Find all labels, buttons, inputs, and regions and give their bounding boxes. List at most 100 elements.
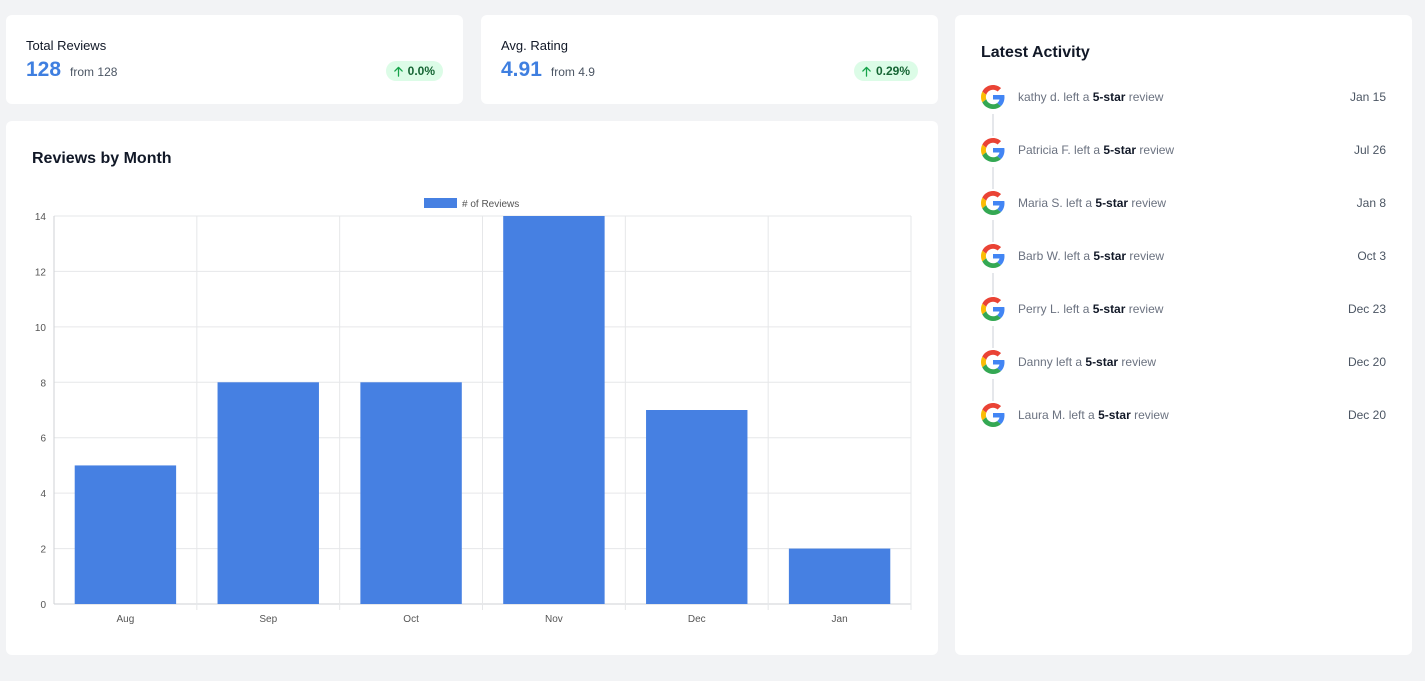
- timeline-connector: [992, 114, 994, 136]
- reviewer-name: Barb W.: [1018, 249, 1061, 263]
- google-icon: [981, 138, 1005, 162]
- stat-value: 128: [26, 58, 62, 81]
- activity-date: Jul 26: [1353, 143, 1386, 157]
- activity-date: Dec 23: [1347, 302, 1386, 316]
- y-tick-label: 14: [35, 212, 47, 223]
- activity-item: Laura M. left a 5-star review Dec 20: [981, 403, 1386, 456]
- reviews-by-month-card: Reviews by Month 0 2 4 6 8 10 12 14 Aug Sep Oct Nov…: [6, 121, 938, 655]
- bar-nov: [503, 216, 605, 604]
- timeline-connector: [992, 220, 994, 242]
- activity-item: Perry L. left a 5-star review Dec 23: [981, 297, 1386, 350]
- stat-label: Avg. Rating: [501, 38, 568, 53]
- y-tick-label: 4: [40, 489, 46, 500]
- bar-oct: [360, 382, 462, 604]
- reviews-bar-chart: 0 2 4 6 8 10 12 14 Aug Sep Oct Nov Dec Jan # of Review…: [35, 198, 912, 625]
- google-icon: [981, 350, 1005, 374]
- google-icon: [981, 403, 1005, 427]
- y-tick-label: 0: [40, 600, 46, 611]
- activity-item: Patricia F. left a 5-star review Jul 26: [981, 138, 1386, 191]
- stat-row: 4.91 from 4.9 0.29%: [501, 58, 918, 82]
- x-tick-label: Sep: [259, 614, 277, 625]
- stat-value: 4.91: [501, 58, 542, 81]
- timeline-connector: [992, 379, 994, 401]
- stat-from-prefix: from: [70, 65, 95, 79]
- activity-verb: left a: [1056, 355, 1083, 369]
- rating-text: 5-star: [1085, 355, 1119, 369]
- activity-text: Maria S. left a 5-star review: [1018, 191, 1166, 215]
- y-tick-label: 8: [40, 378, 46, 389]
- google-icon: [981, 297, 1005, 321]
- activity-verb: left a: [1068, 408, 1095, 422]
- activity-text: Laura M. left a 5-star review: [1018, 403, 1169, 427]
- stat-row: 128 from 128 0.0%: [26, 58, 443, 82]
- activity-list: kathy d. left a 5-star review Jan 15 Pat…: [981, 85, 1386, 456]
- rating-text: 5-star: [1103, 143, 1137, 157]
- activity-date: Dec 20: [1347, 355, 1386, 369]
- arrow-up-icon: [393, 66, 403, 77]
- y-tick-label: 12: [35, 267, 47, 278]
- activity-suffix: review: [1128, 302, 1164, 316]
- arrow-up-icon: [862, 66, 871, 77]
- activity-text: kathy d. left a 5-star review: [1018, 85, 1163, 109]
- rating-text: 5-star: [1092, 90, 1126, 104]
- y-tick-label: 2: [40, 545, 46, 556]
- activity-item: Barb W. left a 5-star review Oct 3: [981, 244, 1386, 297]
- activity-suffix: review: [1129, 249, 1165, 263]
- rating-text: 5-star: [1093, 249, 1127, 263]
- activity-verb: left a: [1066, 196, 1093, 210]
- activity-suffix: review: [1134, 408, 1169, 422]
- activity-date: Jan 8: [1356, 196, 1386, 210]
- activity-text: Barb W. left a 5-star review: [1018, 244, 1164, 268]
- stat-from-value: 4.9: [578, 65, 595, 79]
- change-badge: 0.29%: [853, 61, 918, 81]
- x-tick-label: Aug: [117, 614, 135, 625]
- stat-from: from 128: [70, 65, 117, 79]
- legend-swatch: [424, 198, 457, 208]
- bar-jan: [788, 548, 891, 604]
- activity-suffix: review: [1139, 143, 1175, 157]
- stat-from: from 4.9: [551, 65, 595, 79]
- google-icon: [981, 244, 1005, 268]
- google-icon: [981, 191, 1005, 215]
- bar-dec: [646, 410, 748, 604]
- activity-text: Patricia F. left a 5-star review: [1018, 138, 1174, 162]
- y-tick-label: 6: [40, 434, 46, 445]
- timeline-connector: [992, 326, 994, 348]
- activity-item: kathy d. left a 5-star review Jan 15: [981, 85, 1386, 138]
- activity-suffix: review: [1121, 355, 1157, 369]
- reviewer-name: Perry L.: [1018, 302, 1061, 316]
- rating-text: 5-star: [1095, 196, 1129, 210]
- activity-verb: left a: [1074, 143, 1101, 157]
- google-icon: [981, 85, 1005, 109]
- reviewer-name: Danny: [1018, 355, 1053, 369]
- timeline-connector: [992, 167, 994, 189]
- bar-aug: [74, 465, 177, 604]
- stat-from-prefix: from: [550, 65, 575, 79]
- activity-suffix: review: [1131, 196, 1167, 210]
- activity-verb: left a: [1063, 90, 1090, 104]
- legend-label: # of Reviews: [462, 199, 519, 210]
- rating-text: 5-star: [1098, 408, 1131, 422]
- stat-from-value: 128: [97, 65, 118, 79]
- reviewer-name: Patricia F.: [1018, 143, 1071, 157]
- activity-date: Jan 15: [1349, 90, 1386, 104]
- x-tick-label: Dec: [688, 614, 706, 625]
- activity-date: Oct 3: [1357, 249, 1386, 263]
- activity-suffix: review: [1128, 90, 1164, 104]
- activity-text: Danny left a 5-star review: [1018, 350, 1156, 374]
- timeline-connector: [992, 273, 994, 295]
- x-tick-label: Jan: [832, 614, 848, 625]
- activity-item: Maria S. left a 5-star review Jan 8: [981, 191, 1386, 244]
- avg-rating-card: Avg. Rating 4.91 from 4.9 0.29%: [481, 15, 938, 104]
- change-badge: 0.0%: [385, 61, 443, 81]
- activity-date: Dec 20: [1347, 408, 1386, 422]
- reviewer-name: kathy d.: [1018, 90, 1061, 104]
- y-tick-label: 10: [35, 323, 47, 334]
- reviewer-name: Laura M.: [1018, 408, 1066, 422]
- rating-text: 5-star: [1092, 302, 1126, 316]
- bar-sep: [217, 382, 319, 604]
- reviewer-name: Maria S.: [1018, 196, 1063, 210]
- stat-label: Total Reviews: [26, 38, 107, 53]
- total-reviews-card: Total Reviews 128 from 128 0.0%: [6, 15, 463, 104]
- activity-title: Latest Activity: [981, 44, 1090, 61]
